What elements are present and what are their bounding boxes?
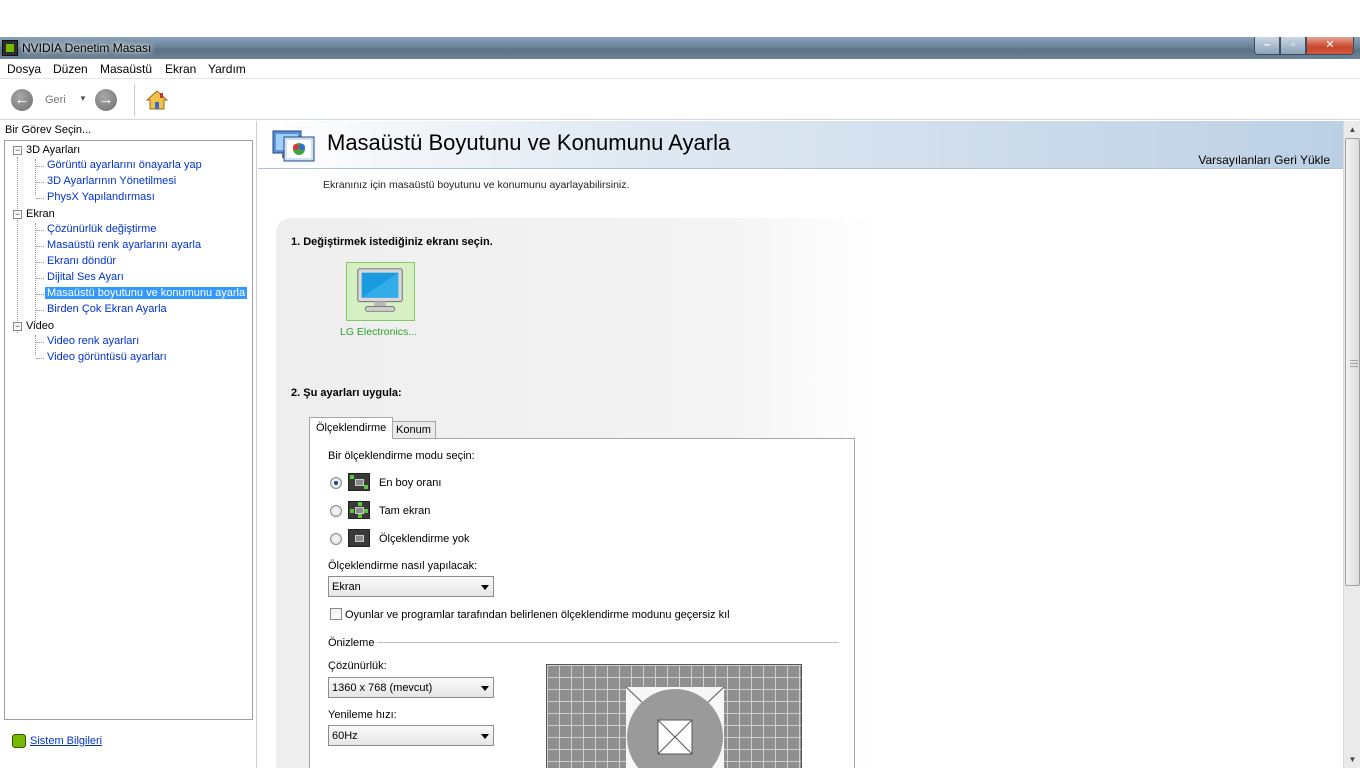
collapse-icon[interactable]: − (13, 321, 22, 331)
tree-item-video-color[interactable]: Video renk ayarları (45, 335, 141, 347)
chevron-down-icon (481, 686, 489, 691)
nvidia-app-icon (2, 40, 18, 56)
display-selector-tile[interactable] (346, 262, 415, 321)
toolbar: ← Geri ▼ → (0, 80, 1360, 120)
task-pane: Bir Görev Seçin... −3D Ayarları Görüntü … (0, 121, 257, 768)
scroll-down-icon[interactable]: ▼ (1344, 751, 1360, 768)
tab-scaling[interactable]: Ölçeklendirme (309, 417, 394, 439)
scaling-mode-prompt: Bir ölçeklendirme modu seçin: (328, 450, 475, 462)
label-full-screen[interactable]: Tam ekran (379, 505, 430, 517)
chevron-down-icon (481, 734, 489, 739)
scroll-thumb[interactable]: — — — (1345, 138, 1360, 586)
info-icon (12, 734, 26, 748)
tree-item-change-resolution[interactable]: Çözünürlük değiştirme (45, 223, 158, 235)
page-description: Ekranınız için masaüstü boyutunu ve konu… (323, 179, 630, 191)
desktop-settings-icon (272, 130, 315, 162)
scaling-method-label: Ölçeklendirme nasıl yapılacak: (328, 560, 478, 572)
tree-group-display[interactable]: − Ekran (13, 208, 55, 220)
refresh-rate-select[interactable]: 60Hz (328, 725, 494, 746)
window-title: NVIDIA Denetim Masası (22, 41, 152, 55)
toolbar-separator (134, 84, 135, 116)
scroll-up-icon[interactable]: ▲ (1344, 121, 1360, 138)
main-pane: Masaüstü Boyutunu ve Konumunu Ayarla Var… (258, 121, 1343, 768)
radio-aspect-ratio[interactable] (330, 477, 342, 489)
tree-group-3d-settings[interactable]: −3D Ayarları (13, 144, 80, 156)
tree-item-physx-configure[interactable]: PhysX Yapılandırması (45, 191, 157, 203)
menu-file[interactable]: Dosya (7, 62, 41, 76)
menu-desktop[interactable]: Masaüstü (100, 62, 152, 76)
collapse-icon[interactable]: − (13, 145, 22, 155)
dropdown-arrow-icon[interactable]: ▼ (79, 94, 87, 103)
scaling-method-select[interactable]: Ekran (328, 576, 494, 597)
radio-full-screen[interactable] (330, 505, 342, 517)
full-screen-icon (348, 501, 370, 519)
chevron-down-icon (481, 585, 489, 590)
resolution-label: Çözünürlük: (328, 660, 387, 672)
task-tree: −3D Ayarları Görüntü ayarlarını önayarla… (4, 140, 253, 720)
tree-item-desktop-size-position[interactable]: Masaüstü boyutunu ve konumunu ayarla (45, 287, 248, 299)
grip-icon: — — — (1350, 356, 1358, 371)
desktop-strip (0, 0, 1360, 37)
aspect-ratio-icon (348, 473, 370, 491)
override-scaling-label[interactable]: Oyunlar ve programlar tarafından belirle… (345, 609, 730, 621)
tree-item-multiple-displays[interactable]: Birden Çok Ekran Ayarla (45, 303, 169, 315)
scaling-method-value: Ekran (332, 581, 361, 593)
tree-item-manage-3d-settings[interactable]: 3D Ayarlarının Yönetilmesi (45, 175, 178, 187)
monitor-icon (357, 268, 403, 312)
tree-group-video[interactable]: − Video (13, 320, 54, 332)
back-arrow-icon[interactable]: ← (11, 89, 33, 111)
maximize-button[interactable]: ▫ (1280, 37, 1306, 55)
display-name-label[interactable]: LG Electronics... (340, 326, 417, 338)
preview-test-pattern (625, 686, 725, 768)
label-aspect-ratio[interactable]: En boy oranı (379, 477, 441, 489)
vertical-scrollbar[interactable]: ▲ — — — ▼ (1343, 121, 1360, 768)
page-header: Masaüstü Boyutunu ve Konumunu Ayarla Var… (258, 121, 1343, 169)
step1-heading: 1. Değiştirmek istediğiniz ekranı seçin. (291, 236, 493, 248)
menu-bar: Dosya Düzen Masaüstü Ekran Yardım (0, 59, 1360, 79)
step2-heading: 2. Şu ayarları uygula: (291, 387, 402, 399)
collapse-icon[interactable]: − (13, 209, 22, 219)
tab-position[interactable]: Konum (391, 421, 436, 439)
task-pane-title: Bir Görev Seçin... (5, 124, 92, 136)
tree-item-image-settings-preview[interactable]: Görüntü ayarlarını önayarla yap (45, 159, 204, 171)
restore-defaults-link[interactable]: Varsayılanları Geri Yükle (1198, 153, 1330, 167)
override-scaling-checkbox[interactable] (330, 608, 342, 620)
system-info-link[interactable]: Sistem Bilgileri (12, 734, 102, 748)
scaling-preview (546, 664, 802, 768)
menu-help[interactable]: Yardım (208, 62, 246, 76)
home-icon[interactable] (146, 89, 168, 111)
forward-arrow-icon[interactable]: → (95, 89, 117, 111)
title-bar[interactable]: NVIDIA Denetim Masası – ▫ ✕ (0, 37, 1360, 59)
radio-no-scaling[interactable] (330, 533, 342, 545)
back-label[interactable]: Geri (45, 94, 66, 106)
tree-item-video-image[interactable]: Video görüntüsü ayarları (45, 351, 169, 363)
minimize-button[interactable]: – (1254, 37, 1280, 55)
preview-group-label: Önizleme (328, 637, 375, 649)
page-title: Masaüstü Boyutunu ve Konumunu Ayarla (327, 130, 731, 155)
tree-item-digital-audio[interactable]: Dijital Ses Ayarı (45, 271, 126, 283)
preview-divider (377, 642, 839, 643)
menu-edit[interactable]: Düzen (53, 62, 88, 76)
tree-item-rotate-display[interactable]: Ekranı döndür (45, 255, 118, 267)
refresh-rate-value: 60Hz (332, 730, 358, 742)
menu-display[interactable]: Ekran (165, 62, 196, 76)
tree-item-desktop-color[interactable]: Masaüstü renk ayarlarını ayarla (45, 239, 203, 251)
close-button[interactable]: ✕ (1306, 37, 1354, 55)
no-scaling-icon (348, 529, 370, 547)
label-no-scaling[interactable]: Ölçeklendirme yok (379, 533, 469, 545)
refresh-rate-label: Yenileme hızı: (328, 709, 397, 721)
resolution-value: 1360 x 768 (mevcut) (332, 682, 433, 694)
resolution-select[interactable]: 1360 x 768 (mevcut) (328, 677, 494, 698)
scaling-tab-panel: Bir ölçeklendirme modu seçin: En boy ora… (309, 438, 855, 768)
